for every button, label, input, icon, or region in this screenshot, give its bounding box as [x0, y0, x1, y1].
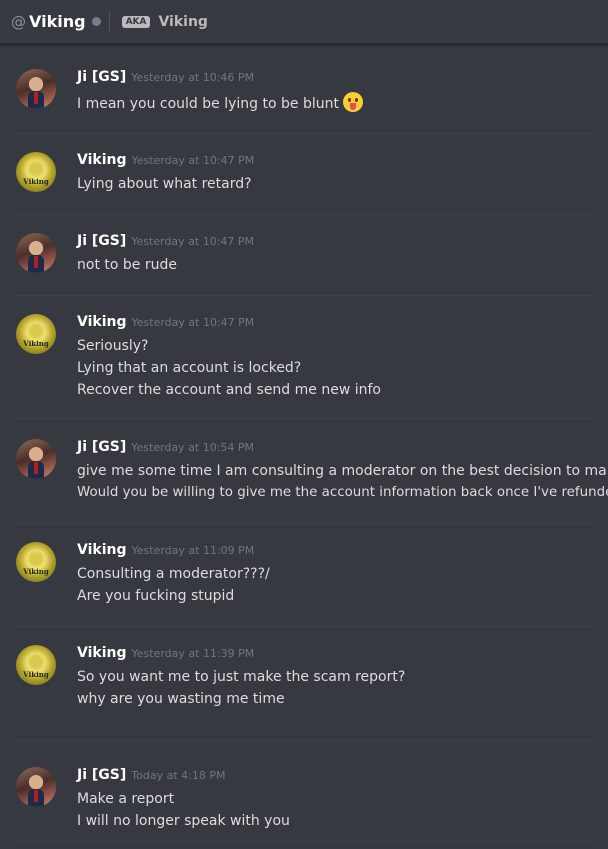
message-divider: [16, 295, 592, 296]
message-author[interactable]: Viking: [77, 542, 127, 558]
avatar-label: Viking: [23, 567, 49, 576]
message-timestamp: Yesterday at 10:54 PM: [131, 441, 255, 454]
message-divider: [16, 418, 592, 419]
message-author[interactable]: Viking: [77, 314, 127, 330]
message-divider: [16, 626, 592, 627]
message-divider: [16, 841, 592, 842]
message-text: why are you wasting me time: [77, 691, 285, 707]
avatar[interactable]: Viking: [16, 645, 56, 685]
channel-header: @ Viking AKA Viking: [0, 0, 608, 44]
at-icon: @: [11, 12, 26, 31]
avatar-label: Viking: [23, 670, 49, 679]
avatar[interactable]: Viking: [16, 542, 56, 582]
message-timestamp: Yesterday at 11:39 PM: [131, 647, 255, 660]
message-divider: [16, 214, 592, 215]
avatar[interactable]: [16, 767, 56, 807]
message-divider: [16, 133, 592, 134]
avatar[interactable]: [16, 233, 56, 273]
message-author[interactable]: Ji [GS]: [77, 69, 126, 85]
message-text: I mean you could be lying to be blunt: [77, 96, 339, 112]
aka-badge: AKA: [121, 15, 151, 28]
message-timestamp: Yesterday at 10:46 PM: [131, 71, 255, 84]
message-timestamp: Yesterday at 10:47 PM: [131, 235, 255, 248]
message-text: not to be rude: [77, 257, 177, 273]
message-author[interactable]: Ji [GS]: [77, 233, 126, 249]
message-text: give me some time I am consulting a mode…: [77, 463, 608, 479]
message-author[interactable]: Ji [GS]: [77, 439, 126, 455]
header-divider: [108, 10, 110, 33]
message-author[interactable]: Viking: [77, 645, 127, 661]
message-timestamp: Today at 4:18 PM: [131, 769, 226, 782]
message-timestamp: Yesterday at 10:47 PM: [131, 316, 255, 329]
avatar-label: Viking: [23, 339, 49, 348]
avatar[interactable]: [16, 69, 56, 109]
message-text: Lying that an account is locked?: [77, 360, 302, 376]
dm-recipient-name[interactable]: Viking: [29, 12, 86, 31]
avatar[interactable]: [16, 439, 56, 479]
aka-nickname: Viking: [158, 13, 208, 30]
status-offline-icon: [91, 17, 101, 26]
message-text: Seriously?: [77, 338, 149, 354]
message-text: So you want me to just make the scam rep…: [77, 669, 406, 685]
message-text: Would you be willing to give me the acco…: [77, 485, 608, 500]
message-divider: [16, 523, 592, 524]
message-author[interactable]: Viking: [77, 152, 127, 168]
message-text: Make a report: [77, 791, 175, 807]
message-author[interactable]: Ji [GS]: [77, 767, 126, 783]
message-divider: [16, 740, 592, 741]
avatar-label: Viking: [23, 177, 49, 186]
message-timestamp: Yesterday at 11:09 PM: [131, 544, 255, 557]
message-text: Consulting a moderator???/: [77, 566, 270, 582]
avatar[interactable]: Viking: [16, 152, 56, 192]
avatar[interactable]: Viking: [16, 314, 56, 354]
tongue-face-emoji-icon: [342, 92, 363, 112]
message-text: Are you fucking stupid: [77, 588, 235, 604]
message-text: I will no longer speak with you: [77, 813, 290, 829]
message-text: Lying about what retard?: [77, 176, 252, 192]
message-timestamp: Yesterday at 10:47 PM: [131, 154, 255, 167]
message-text: Recover the account and send me new info: [77, 382, 381, 398]
